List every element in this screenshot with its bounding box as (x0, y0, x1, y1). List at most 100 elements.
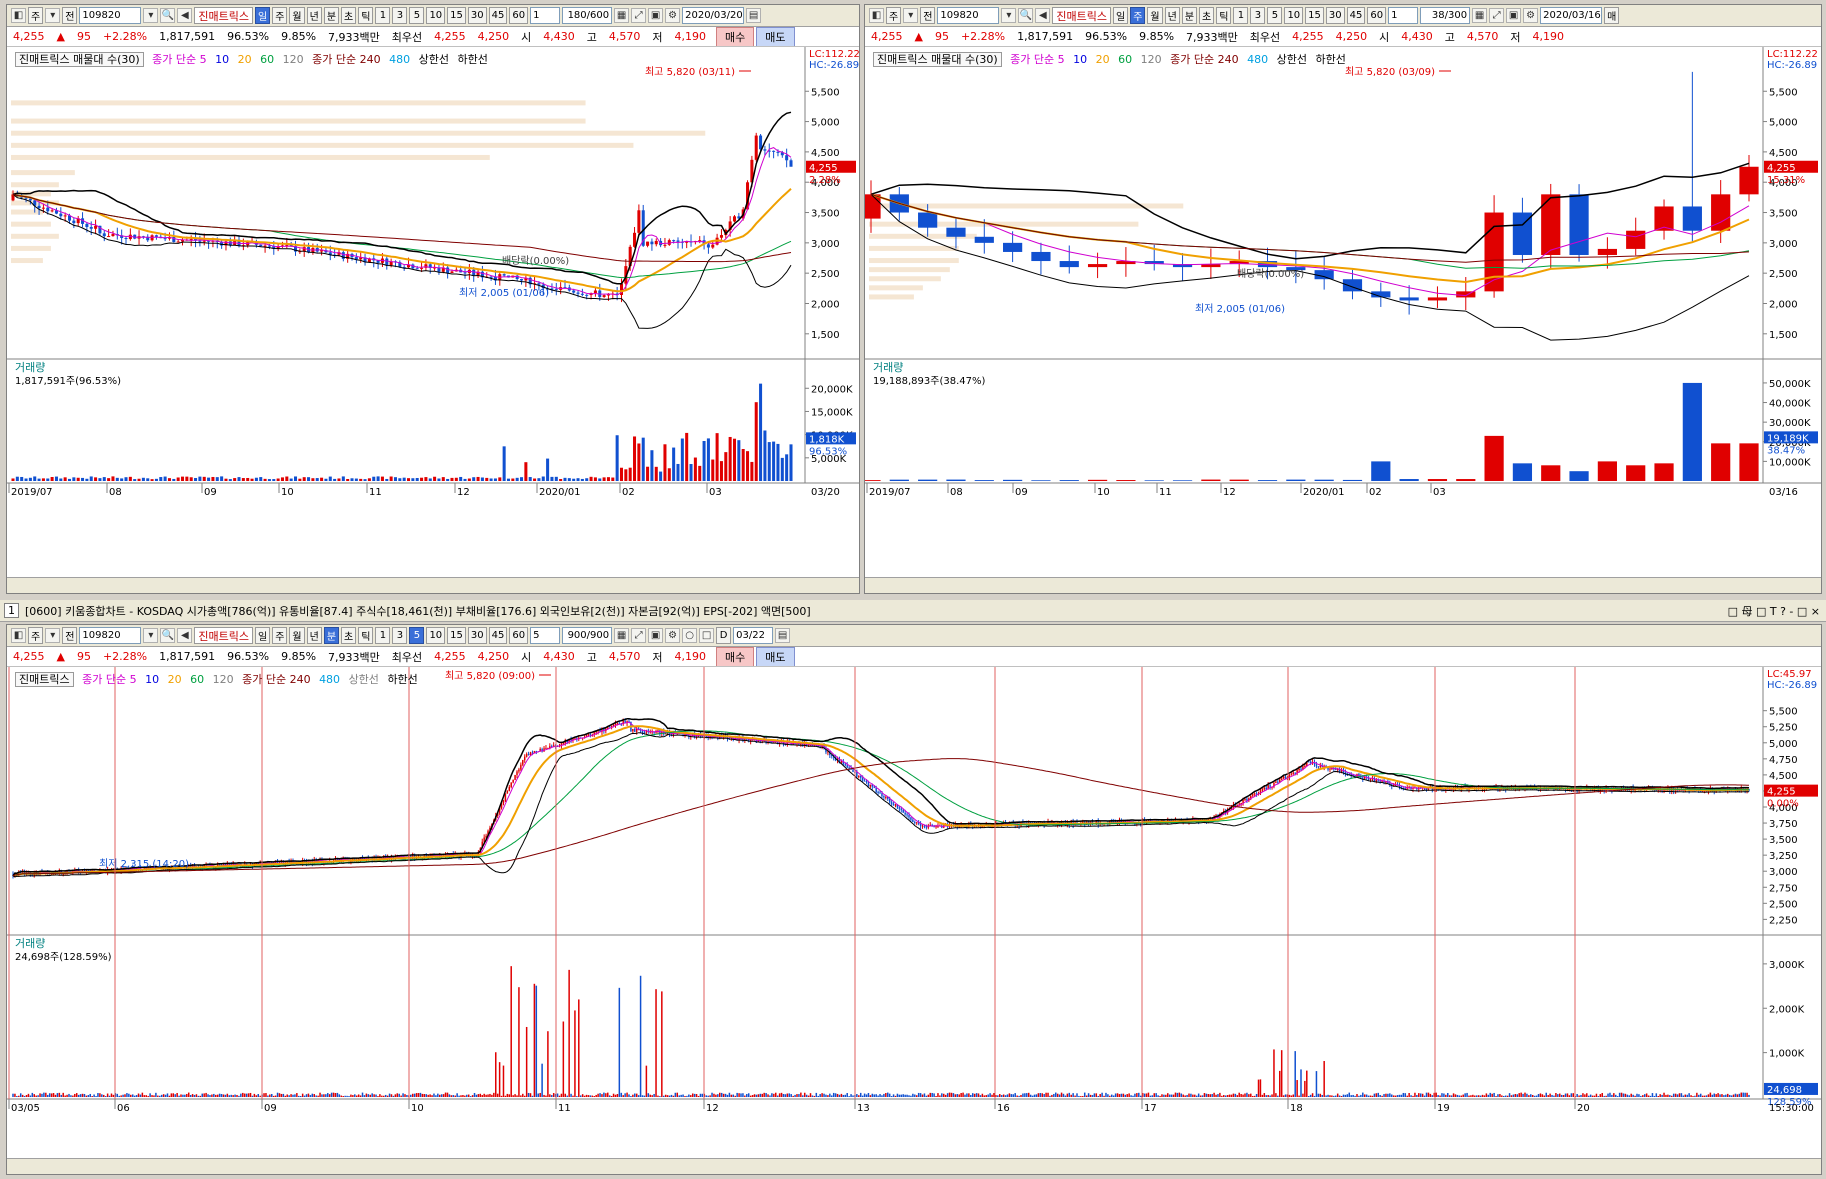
window-icon[interactable]: ◧ (869, 8, 884, 23)
speaker-icon[interactable]: ◀ (177, 8, 193, 23)
d-toggle[interactable]: D (716, 627, 732, 644)
ma-legend-120[interactable]: 120 (1141, 53, 1162, 66)
market-select[interactable]: 주 (28, 7, 44, 24)
market-select[interactable]: 주 (886, 7, 902, 24)
ma-legend-20[interactable]: 20 (168, 673, 182, 686)
interval-1[interactable]: 1 (375, 627, 391, 644)
indicator-label[interactable]: 진매트릭스 (15, 672, 74, 687)
interval-15[interactable]: 15 (1305, 7, 1324, 24)
tab-second[interactable]: 초 (341, 627, 357, 644)
interval-30[interactable]: 30 (467, 7, 487, 24)
ma-legend-20[interactable]: 20 (1096, 53, 1110, 66)
tab-tick[interactable]: 틱 (358, 7, 374, 24)
interval-1[interactable]: 1 (375, 7, 391, 24)
tab-tick[interactable]: 틱 (1216, 7, 1232, 24)
ma-legend-10[interactable]: 10 (215, 53, 229, 66)
sell-button[interactable]: 매도 (756, 647, 795, 666)
chart-settings-icon[interactable]: ▦ (614, 628, 630, 643)
chevron-down-icon[interactable]: ▾ (1001, 8, 1017, 23)
window-icon[interactable]: ◧ (11, 8, 26, 23)
interval-5[interactable]: 5 (1267, 7, 1283, 24)
ma-legend-480[interactable]: 480 (319, 673, 340, 686)
zoom-icon[interactable]: ⤢ (631, 8, 647, 23)
weekly-scroll-bar[interactable] (865, 577, 1821, 593)
band-upper-legend[interactable]: 상한선 (419, 53, 449, 66)
gear-icon[interactable]: ⚙ (1523, 8, 1539, 23)
interval-10[interactable]: 10 (1284, 7, 1304, 24)
band-lower-legend[interactable]: 하한선 (457, 53, 487, 66)
sell-button[interactable]: 매도 (756, 27, 795, 46)
count-input[interactable]: 900/900 (562, 627, 613, 644)
chevron-down-icon[interactable]: ▾ (143, 628, 159, 643)
chart-settings-icon[interactable]: ▦ (614, 8, 630, 23)
save-icon[interactable]: ▣ (648, 8, 664, 23)
count-input[interactable]: 38/300 (1420, 7, 1471, 24)
tab-weekly[interactable]: 주 (1130, 7, 1146, 24)
ma-legend-10[interactable]: 10 (145, 673, 159, 686)
interval-60[interactable]: 60 (1367, 7, 1387, 24)
gear-icon[interactable]: ⚙ (665, 8, 681, 23)
tab-minute[interactable]: 분 (323, 627, 340, 644)
zoom-icon[interactable]: ⤢ (631, 628, 647, 643)
interval-30[interactable]: 30 (1325, 7, 1345, 24)
window-icon[interactable]: ◧ (11, 628, 26, 643)
tab-minute[interactable]: 분 (323, 7, 340, 24)
tab-monthly[interactable]: 월 (289, 627, 305, 644)
gear-icon[interactable]: ⚙ (665, 628, 681, 643)
tab-tick[interactable]: 틱 (358, 627, 374, 644)
ma-legend-480[interactable]: 480 (1247, 53, 1268, 66)
minute-chart-svg[interactable]: 5,5005,2505,0004,7504,5004,2504,0003,750… (7, 667, 1821, 1175)
stock-name-label[interactable]: 진매트릭스 (194, 627, 254, 644)
ma-legend-240[interactable]: 종가 단순 240 (242, 673, 310, 686)
tab-daily[interactable]: 일 (255, 7, 271, 24)
weekly-chart-svg[interactable]: 5,5005,0004,5004,0003,5003,0002,5002,000… (865, 47, 1821, 591)
chevron-down-icon[interactable]: ▾ (45, 628, 61, 643)
tab-daily[interactable]: 일 (1113, 7, 1129, 24)
calendar-icon[interactable]: ▤ (775, 628, 791, 643)
date-input[interactable]: 2020/03/16 (1540, 7, 1603, 24)
jeon-button[interactable]: 전 (62, 7, 78, 24)
interval-3[interactable]: 3 (392, 627, 408, 644)
interval-select[interactable]: 5 (530, 627, 561, 644)
save-icon[interactable]: ▣ (1506, 8, 1522, 23)
tab-second[interactable]: 초 (1199, 7, 1215, 24)
tab-yearly[interactable]: 년 (1164, 7, 1180, 24)
band-upper-legend[interactable]: 상한선 (1277, 53, 1307, 66)
interval-10[interactable]: 10 (426, 7, 446, 24)
ma-legend-480[interactable]: 480 (389, 53, 410, 66)
interval-45[interactable]: 45 (1346, 7, 1366, 24)
interval-45[interactable]: 45 (488, 7, 508, 24)
interval-60[interactable]: 60 (509, 627, 529, 644)
ma-legend-120[interactable]: 120 (213, 673, 234, 686)
stock-code-input[interactable]: 109820 (79, 627, 142, 644)
stock-name-label[interactable]: 진매트릭스 (194, 7, 254, 24)
interval-30[interactable]: 30 (467, 627, 487, 644)
ma-legend-10[interactable]: 10 (1073, 53, 1087, 66)
market-select[interactable]: 주 (28, 627, 44, 644)
calendar-icon[interactable]: ▤ (746, 8, 762, 23)
save-icon[interactable]: ▣ (648, 628, 664, 643)
jeon-button[interactable]: 전 (920, 7, 936, 24)
indicator-label[interactable]: 진매트릭스 매물대 수(30) (15, 52, 144, 67)
speaker-icon[interactable]: ◀ (1035, 8, 1051, 23)
band-lower-legend[interactable]: 하한선 (1315, 53, 1345, 66)
interval-3[interactable]: 3 (392, 7, 408, 24)
ma-legend-120[interactable]: 120 (283, 53, 304, 66)
interval-select[interactable]: 1 (530, 7, 561, 24)
interval-5[interactable]: 5 (409, 7, 425, 24)
tab-second[interactable]: 초 (341, 7, 357, 24)
minute-scroll-bar[interactable] (7, 1158, 1821, 1174)
ma-legend-5[interactable]: 종가 단순 5 (152, 53, 206, 66)
band-upper-legend[interactable]: 상한선 (349, 673, 379, 686)
interval-select[interactable]: 1 (1388, 7, 1419, 24)
tab-monthly[interactable]: 월 (289, 7, 305, 24)
speaker-icon[interactable]: ◀ (177, 628, 193, 643)
tab-yearly[interactable]: 년 (306, 7, 322, 24)
checkbox-icon[interactable]: □ (699, 628, 715, 643)
ma-legend-240[interactable]: 종가 단순 240 (1170, 53, 1238, 66)
search-icon[interactable]: 🔍 (160, 628, 176, 643)
interval-15[interactable]: 15 (447, 7, 466, 24)
date-input[interactable]: 2020/03/20 (682, 7, 745, 24)
tab-weekly[interactable]: 주 (272, 7, 288, 24)
radio-icon[interactable]: ○ (682, 628, 698, 643)
